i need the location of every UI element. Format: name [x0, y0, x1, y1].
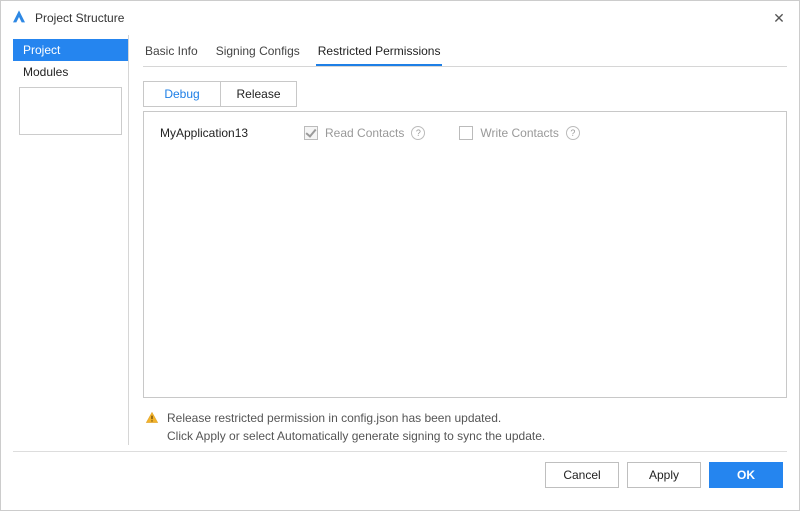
warning-line1: Release restricted permission in config.… [167, 410, 545, 427]
subtab-release[interactable]: Release [220, 82, 296, 106]
perm-read-contacts: Read Contacts ? [304, 126, 425, 140]
dialog-footer: Cancel Apply OK [13, 452, 787, 498]
sub-tabs: Debug Release [143, 81, 297, 107]
tab-restricted-permissions[interactable]: Restricted Permissions [316, 44, 443, 66]
checkbox-read-contacts[interactable] [304, 126, 318, 140]
perm-label: Read Contacts [325, 126, 404, 140]
apply-button[interactable]: Apply [627, 462, 701, 488]
dialog-title: Project Structure [35, 11, 124, 25]
ok-button[interactable]: OK [709, 462, 783, 488]
perm-label: Write Contacts [480, 126, 558, 140]
warning-icon [145, 410, 159, 428]
cancel-button[interactable]: Cancel [545, 462, 619, 488]
help-icon[interactable]: ? [566, 126, 580, 140]
app-icon [11, 8, 27, 28]
tab-signing-configs[interactable]: Signing Configs [214, 44, 302, 66]
tab-content: Debug Release MyApplication13 Read Conta… [143, 67, 787, 445]
permissions-panel: MyApplication13 Read Contacts ? Write Co… [143, 111, 787, 398]
project-structure-dialog: Project Structure ✕ Project Modules Basi… [0, 0, 800, 511]
main-panel: Basic Info Signing Configs Restricted Pe… [129, 35, 787, 445]
tab-basic-info[interactable]: Basic Info [143, 44, 200, 66]
checkbox-write-contacts[interactable] [459, 126, 473, 140]
warning-message: Release restricted permission in config.… [143, 406, 787, 445]
titlebar: Project Structure ✕ [1, 1, 799, 35]
perm-write-contacts: Write Contacts ? [459, 126, 579, 140]
subtab-debug[interactable]: Debug [144, 82, 220, 106]
help-icon[interactable]: ? [411, 126, 425, 140]
app-name-label: MyApplication13 [160, 126, 270, 140]
sidebar-item-modules[interactable]: Modules [13, 61, 128, 83]
permission-row: MyApplication13 Read Contacts ? Write Co… [160, 126, 770, 140]
close-icon[interactable]: ✕ [769, 10, 789, 27]
top-tabs: Basic Info Signing Configs Restricted Pe… [143, 41, 787, 67]
sidebar: Project Modules [13, 35, 129, 445]
sidebar-preview [19, 87, 122, 135]
sidebar-item-project[interactable]: Project [13, 39, 128, 61]
warning-line2: Click Apply or select Automatically gene… [167, 428, 545, 445]
